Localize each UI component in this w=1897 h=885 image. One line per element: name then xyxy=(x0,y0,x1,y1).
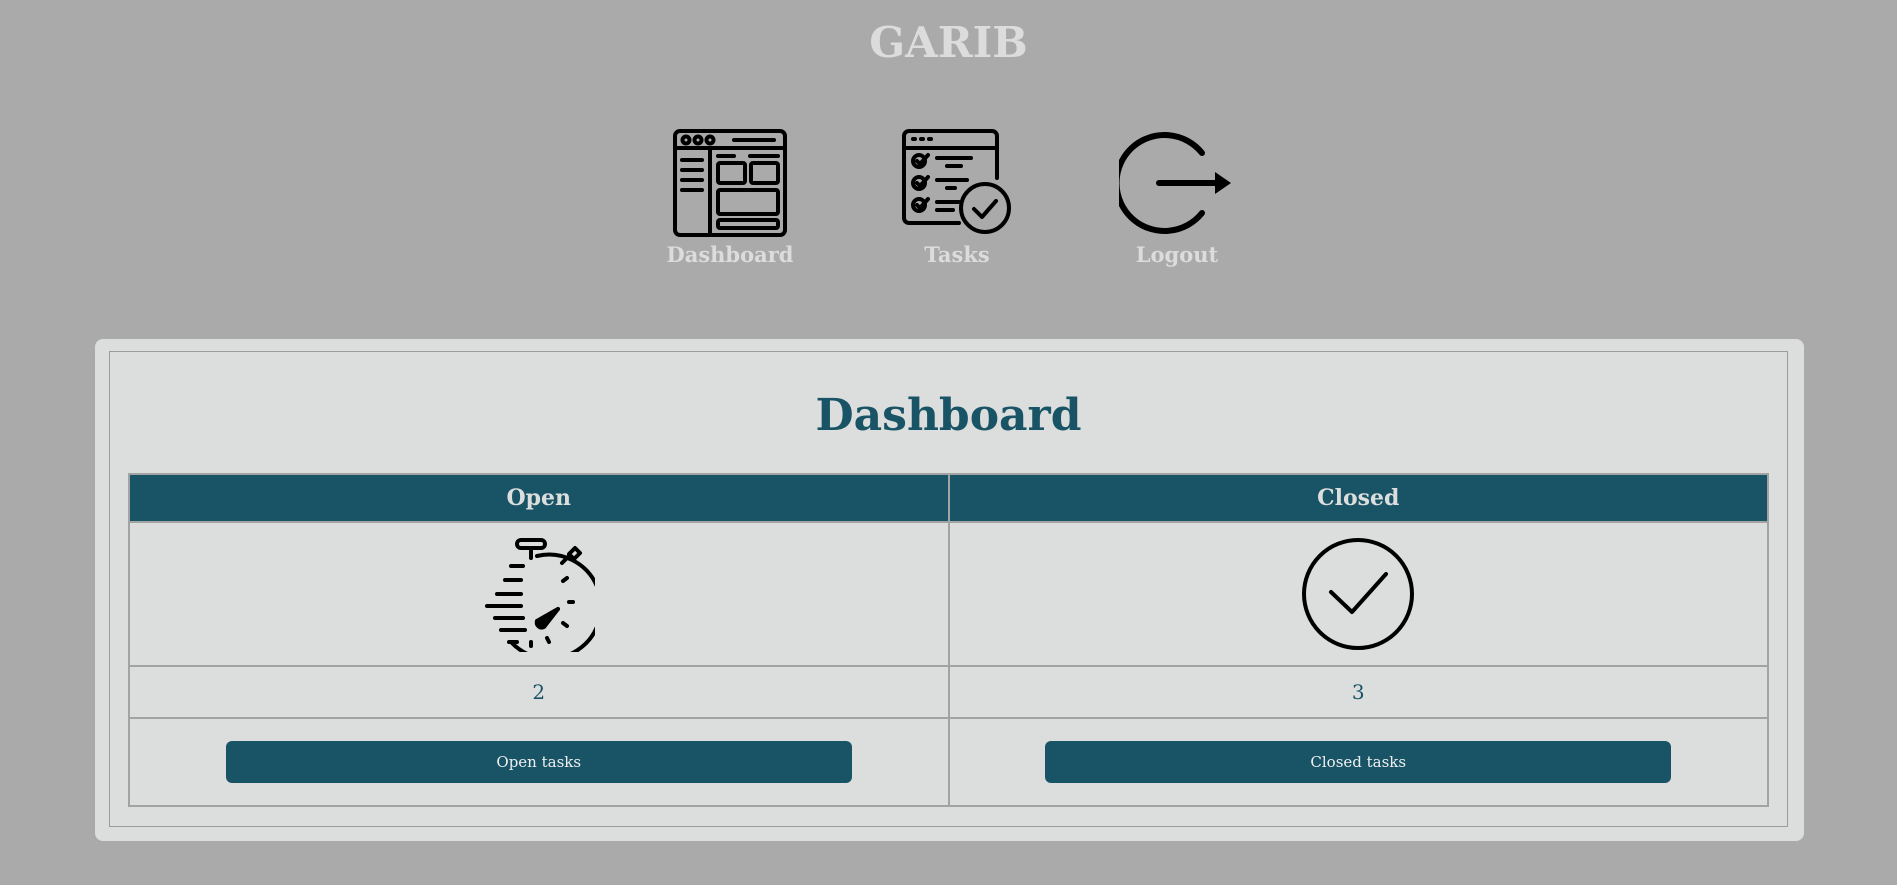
nav-item-logout[interactable]: Logout xyxy=(1087,128,1267,268)
nav-item-dashboard[interactable]: Dashboard xyxy=(640,128,820,268)
logout-icon xyxy=(1119,132,1231,234)
nav-label-logout: Logout xyxy=(1135,242,1219,267)
closed-icon-cell xyxy=(947,521,1769,667)
task-checklist-icon xyxy=(902,129,1011,234)
nav-item-tasks[interactable]: Tasks xyxy=(867,128,1047,268)
dashboard-panel-frame: Dashboard Open Closed 2 3 Open tasks Clo… xyxy=(109,351,1788,827)
open-task-count: 2 xyxy=(128,665,950,719)
column-header-closed: Closed xyxy=(947,473,1769,523)
check-circle-icon xyxy=(1302,538,1415,650)
open-tasks-button[interactable]: Open tasks xyxy=(225,741,852,783)
main-nav: Dashboard Tasks Logout xyxy=(0,128,1897,278)
column-header-open: Open xyxy=(128,473,950,523)
page-title: Dashboard xyxy=(815,390,1082,441)
open-button-cell: Open tasks xyxy=(128,717,950,807)
nav-label-dashboard: Dashboard xyxy=(666,242,794,267)
closed-task-count: 3 xyxy=(947,665,1769,719)
dashboard-layout-icon xyxy=(673,129,787,237)
open-icon-cell xyxy=(128,521,950,667)
stopwatch-icon xyxy=(484,538,595,652)
closed-button-cell: Closed tasks xyxy=(947,717,1769,807)
dashboard-panel: Dashboard Open Closed 2 3 Open tasks Clo… xyxy=(95,339,1804,841)
closed-tasks-button[interactable]: Closed tasks xyxy=(1045,741,1672,783)
task-summary-table: Open Closed 2 3 Open tasks Closed tasks xyxy=(128,473,1769,807)
nav-label-tasks: Tasks xyxy=(924,242,990,267)
site-title: GARIB xyxy=(869,18,1028,67)
